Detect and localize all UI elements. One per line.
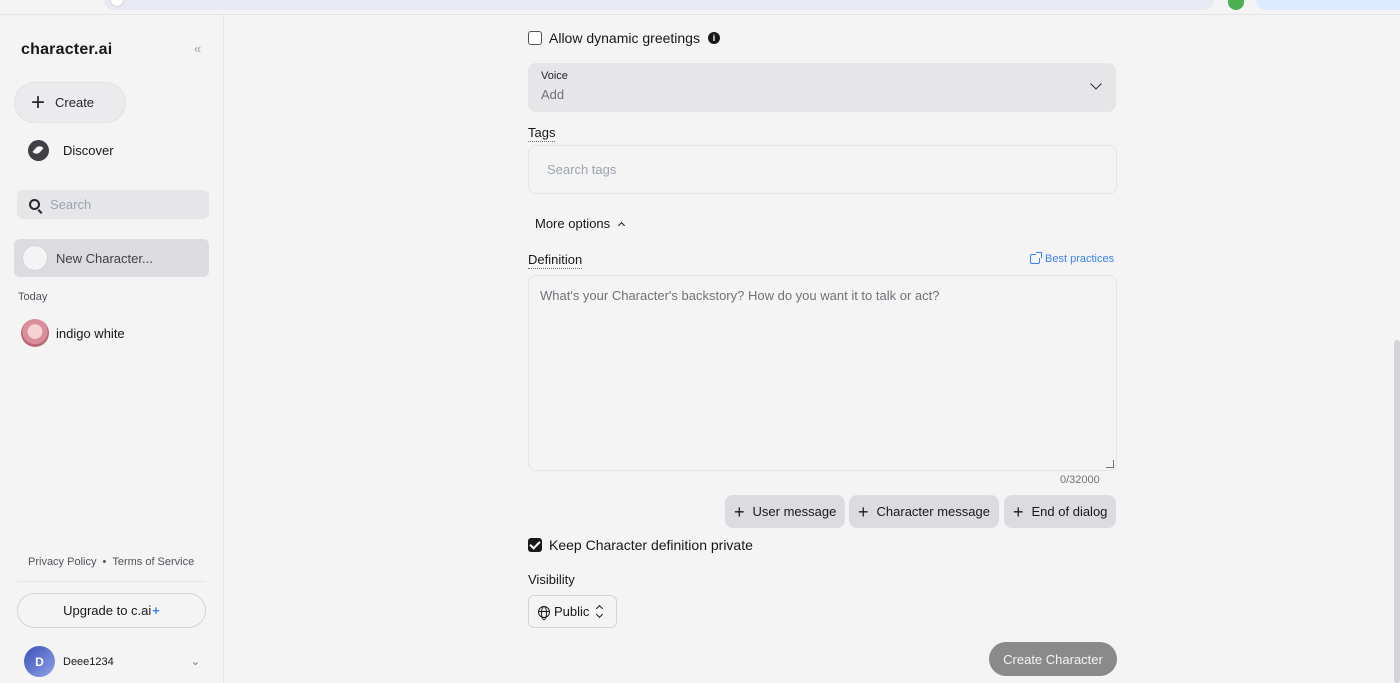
definition-textarea[interactable] [528, 275, 1117, 471]
chat-item-indigo-white[interactable]: indigo white [21, 319, 125, 347]
visibility-select[interactable]: Public [528, 595, 617, 628]
status-dot-icon [1228, 0, 1244, 10]
best-practices-label: Best practices [1045, 253, 1115, 265]
tags-label: Tags [528, 125, 556, 142]
chevron-down-icon: ⌄ [190, 656, 200, 668]
info-icon[interactable]: i [707, 32, 720, 44]
user-menu[interactable]: D Deee1234 ⌄ [24, 646, 200, 677]
keep-private-label: Keep Character definition private [549, 537, 753, 553]
dynamic-greetings-checkbox-row[interactable]: Allow dynamic greetings i [528, 30, 720, 46]
visibility-label: Visibility [528, 572, 575, 587]
discover-nav-item[interactable]: Discover [28, 140, 114, 161]
browser-top-strip [0, 0, 1400, 15]
terms-of-service-link[interactable]: Terms of Service [112, 556, 194, 568]
collapse-sidebar-icon[interactable]: « [194, 41, 201, 56]
insert-button-label: Character message [876, 504, 990, 519]
address-bar[interactable] [104, 0, 1214, 10]
create-button[interactable]: + Create [14, 82, 126, 123]
more-options-toggle[interactable]: More options [535, 216, 626, 231]
scrollbar-thumb[interactable] [1394, 340, 1400, 683]
insert-end-of-dialog-button[interactable]: + End of dialog [1004, 495, 1117, 528]
resize-handle-icon[interactable] [1106, 460, 1114, 468]
plus-icon: + [858, 501, 869, 522]
legal-links: Privacy Policy • Terms of Service [28, 556, 194, 568]
site-icon [110, 0, 124, 7]
dynamic-greetings-label: Allow dynamic greetings [549, 30, 700, 46]
browser-action-button[interactable] [1256, 0, 1400, 10]
visibility-value: Public [554, 604, 590, 619]
avatar [21, 319, 49, 347]
app-logo[interactable]: character.ai [21, 41, 112, 59]
sidebar-search-input[interactable] [50, 197, 190, 212]
discover-label: Discover [63, 143, 114, 158]
up-down-chevron-icon [596, 604, 604, 619]
tags-search-input[interactable] [528, 145, 1117, 194]
section-heading-today: Today [18, 291, 48, 303]
chevron-up-icon [618, 221, 626, 229]
best-practices-link[interactable]: Best practices [1030, 252, 1115, 265]
sidebar-divider [17, 581, 206, 582]
search-icon [29, 199, 40, 210]
globe-icon [538, 605, 550, 620]
user-avatar: D [24, 646, 55, 677]
keep-private-checkbox[interactable] [528, 538, 542, 552]
compass-icon [28, 140, 49, 161]
privacy-policy-link[interactable]: Privacy Policy [28, 556, 96, 568]
avatar [22, 245, 48, 271]
voice-value: Add [541, 87, 565, 102]
external-link-icon [1030, 252, 1042, 264]
new-character-chat-item[interactable]: New Character... [14, 239, 209, 277]
plus-badge: + [152, 603, 160, 618]
legal-separator: • [102, 556, 107, 568]
insert-button-label: End of dialog [1031, 504, 1108, 519]
voice-title: Voice [541, 70, 568, 82]
username: Deee1234 [63, 655, 114, 668]
plus-icon: + [734, 501, 745, 522]
dynamic-greetings-checkbox[interactable] [528, 31, 542, 45]
keep-private-checkbox-row[interactable]: Keep Character definition private [528, 537, 753, 553]
voice-select[interactable]: Voice Add [528, 63, 1116, 112]
sidebar-search[interactable] [17, 190, 209, 219]
insert-character-message-button[interactable]: + Character message [849, 495, 999, 528]
insert-user-message-button[interactable]: + User message [725, 495, 846, 528]
upgrade-label: Upgrade to c.ai [63, 603, 152, 618]
sidebar: character.ai « + Create Discover New Cha… [0, 15, 224, 683]
upgrade-button[interactable]: Upgrade to c.ai + [17, 593, 206, 628]
definition-label: Definition [528, 252, 583, 269]
plus-icon: + [1013, 501, 1024, 522]
new-character-label: New Character... [56, 250, 153, 266]
insert-button-label: User message [752, 504, 837, 519]
create-character-button[interactable]: Create Character [989, 642, 1117, 676]
definition-char-count: 0/32000 [1060, 474, 1100, 486]
chat-item-name: indigo white [56, 325, 125, 341]
plus-icon: + [31, 88, 46, 116]
more-options-label: More options [535, 216, 611, 231]
create-button-label: Create [55, 95, 95, 110]
